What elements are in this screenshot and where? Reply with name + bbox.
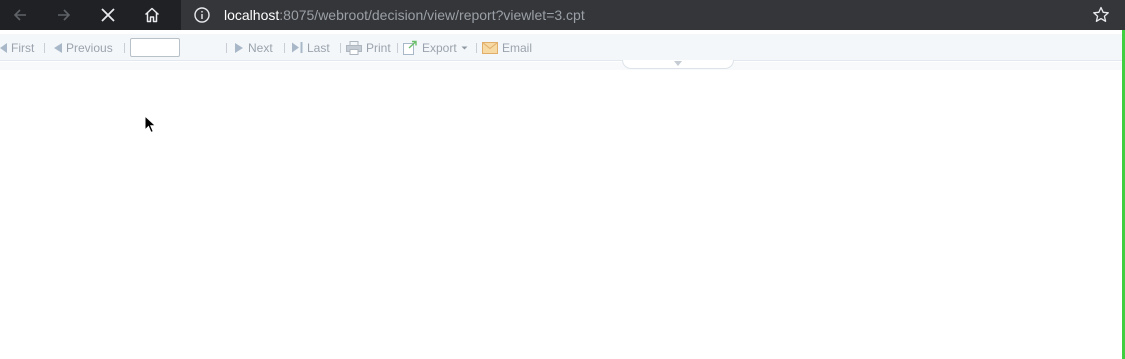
last-label: Last	[307, 40, 330, 55]
back-button[interactable]	[2, 0, 38, 30]
browser-toolbar: localhost:8075/webroot/decision/view/rep…	[0, 0, 1125, 30]
home-button[interactable]	[134, 0, 170, 30]
envelope-icon	[482, 41, 498, 54]
export-button[interactable]: Export	[403, 34, 469, 61]
url-host: localhost	[224, 7, 280, 23]
forward-button[interactable]	[46, 0, 82, 30]
mouse-pointer-icon	[144, 115, 157, 134]
export-icon	[403, 40, 417, 55]
print-label: Print	[366, 40, 391, 55]
home-icon	[144, 7, 160, 23]
printer-icon	[346, 40, 362, 55]
export-label: Export	[422, 40, 457, 55]
toolbar-shadow-strip	[0, 62, 1122, 70]
arrow-right-icon	[58, 9, 71, 21]
toolbar-separator	[284, 43, 285, 53]
last-page-button[interactable]: Last	[292, 34, 330, 61]
next-page-icon	[235, 42, 243, 53]
toolbar-collapse-toggle[interactable]	[622, 60, 734, 69]
previous-label: Previous	[66, 40, 113, 55]
first-page-icon	[0, 42, 7, 53]
first-page-button[interactable]: First	[0, 34, 34, 61]
report-content-area	[0, 70, 1122, 359]
url-text[interactable]: localhost:8075/webroot/decision/view/rep…	[224, 6, 585, 24]
first-label: First	[11, 40, 35, 55]
report-toolbar: First Previous Next Last Print Export Em…	[0, 34, 1122, 61]
close-icon	[101, 8, 115, 22]
previous-page-icon	[54, 42, 62, 53]
toolbar-separator	[476, 43, 477, 53]
email-button[interactable]: Email	[482, 34, 532, 61]
toolbar-separator	[397, 43, 398, 53]
email-label: Email	[502, 40, 533, 55]
collapse-arrow-icon	[674, 61, 682, 66]
toolbar-separator	[124, 43, 125, 53]
info-icon[interactable]	[193, 6, 211, 24]
next-page-button[interactable]: Next	[235, 34, 273, 61]
page-number-input[interactable]	[130, 38, 180, 57]
toolbar-separator	[226, 43, 227, 53]
previous-page-button[interactable]: Previous	[54, 34, 113, 61]
bookmark-star-icon[interactable]	[1091, 5, 1111, 25]
stop-loading-button[interactable]	[90, 0, 126, 30]
url-path: :8075/webroot/decision/view/report?viewl…	[279, 7, 585, 23]
last-page-icon	[292, 42, 303, 53]
chevron-down-icon	[461, 46, 468, 49]
toolbar-separator	[340, 43, 341, 53]
print-button[interactable]: Print	[346, 34, 391, 61]
address-bar[interactable]: localhost:8075/webroot/decision/view/rep…	[181, 0, 1125, 30]
toolbar-separator	[44, 43, 45, 53]
arrow-left-icon	[13, 9, 26, 21]
next-label: Next	[248, 40, 273, 55]
